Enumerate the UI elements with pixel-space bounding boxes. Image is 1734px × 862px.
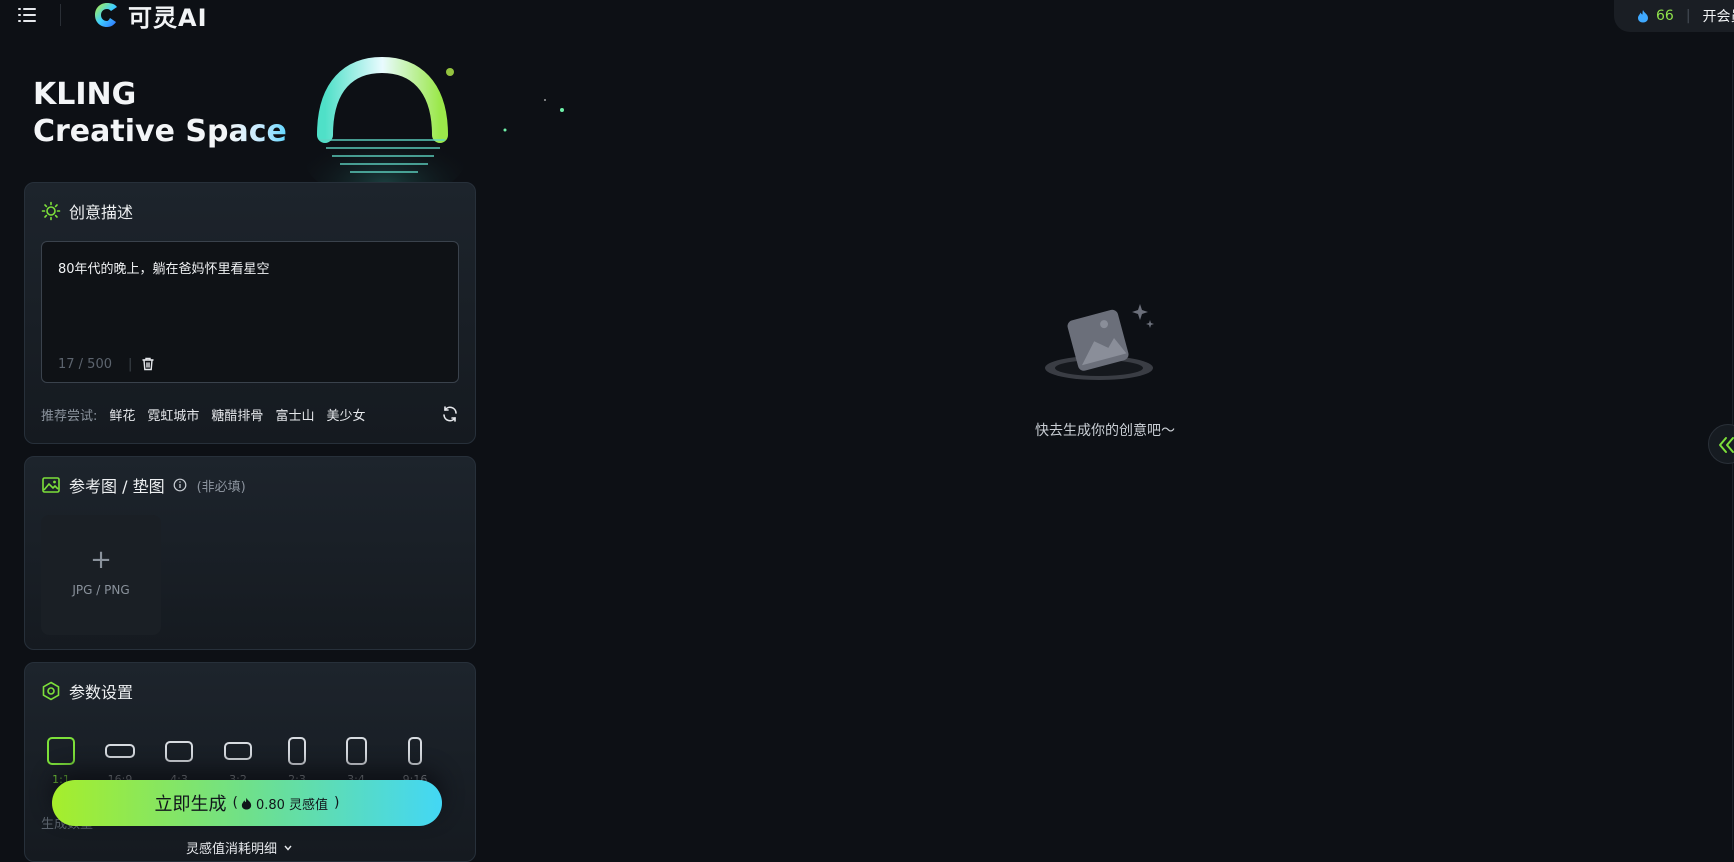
generate-label: 立即生成 (154, 794, 227, 815)
prompt-card-header: 创意描述 (41, 199, 133, 223)
chevron-down-icon (284, 845, 292, 851)
trash-icon[interactable] (140, 356, 156, 372)
params-card-header: 参数设置 (41, 679, 133, 703)
flame-icon (241, 797, 252, 810)
suggestion-row: 推荐尝试: 鲜花 霓虹城市 糖醋排骨 富士山 美少女 (41, 405, 377, 424)
info-icon[interactable] (173, 478, 187, 492)
generate-paren-open: ( (232, 795, 238, 811)
ratio-shape (224, 742, 252, 760)
credit-detail-link[interactable]: 灵感值消耗明细 (186, 838, 293, 857)
prompt-divider: | (128, 357, 133, 372)
credits-badge[interactable]: 66 | 开会员 (1614, 0, 1734, 32)
suggestion-chip[interactable]: 美少女 (326, 405, 365, 424)
ratio-shape (346, 737, 367, 765)
credit-detail-label: 灵感值消耗明细 (186, 842, 278, 857)
generate-cost-value: 0.80 灵感值 (255, 797, 329, 813)
prompt-char-count: 17 / 500 (58, 357, 112, 372)
reference-card-title: 参考图 / 垫图 (69, 477, 165, 496)
expand-panel-button[interactable] (1708, 424, 1734, 464)
prompt-text[interactable]: 80年代的晚上，躺在爸妈怀里看星空 (58, 258, 270, 277)
hero-title-line2-a: Creative Sp (33, 114, 229, 149)
generate-paren-close: ) (334, 795, 340, 811)
image-icon (42, 477, 60, 493)
hero-title-line1: KLING (33, 77, 137, 112)
app-name: 可灵AI (128, 3, 208, 32)
plus-icon: + (90, 545, 112, 575)
ratio-shape (408, 737, 422, 765)
credits-count: 66 (1656, 8, 1674, 24)
reference-card-header: 参考图 / 垫图 (非必填) (41, 473, 246, 497)
vip-link[interactable]: 开会员 (1703, 6, 1734, 26)
suggestion-chip[interactable]: 糖醋排骨 (211, 405, 263, 424)
hero-title-line2-b: ace (228, 114, 287, 149)
empty-state-text: 快去生成你的创意吧～ (1035, 423, 1175, 439)
suggestion-chip[interactable]: 霓虹城市 (147, 405, 199, 424)
top-bar: 可灵AI 66 | 开会员 (0, 0, 1734, 34)
app-logo[interactable]: 可灵AI (92, 0, 208, 32)
prompt-textarea[interactable]: 80年代的晚上，躺在爸妈怀里看星空 17 / 500 | (41, 241, 459, 383)
hero-banner: KLING Creative Space (0, 40, 575, 200)
generate-cost: 0.80 灵感值 (240, 794, 328, 813)
params-card-title: 参数设置 (69, 683, 134, 702)
image-upload-button[interactable]: + JPG / PNG (41, 515, 161, 635)
suggestion-chip[interactable]: 富士山 (275, 405, 314, 424)
hero-title: KLING Creative Space (33, 76, 287, 150)
double-chevron-left-icon (1719, 437, 1734, 453)
empty-state: 快去生成你的创意吧～ (1030, 300, 1180, 450)
empty-image-illustration-icon (1045, 304, 1154, 380)
optional-label: (非必填) (196, 479, 246, 495)
prompt-card: 创意描述 80年代的晚上，躺在爸妈怀里看星空 17 / 500 | 推荐尝试: … (24, 182, 476, 444)
suggestion-chip[interactable]: 鲜花 (109, 405, 135, 424)
menu-icon[interactable] (16, 4, 38, 26)
hero-arch-illustration (305, 56, 564, 200)
flame-icon (1638, 10, 1648, 23)
generate-button[interactable]: 立即生成 ( 0.80 灵感值 ) (52, 780, 442, 826)
suggestion-label: 推荐尝试: (41, 409, 98, 424)
params-card: 参数设置 1:1 16:9 4:3 3:2 2:3 3:4 9:16 (24, 662, 476, 862)
ratio-shape (47, 737, 75, 765)
ratio-shape (165, 741, 193, 762)
topbar-divider (60, 4, 61, 26)
refresh-icon[interactable] (441, 405, 459, 423)
hero-title-line2: Creative Space (33, 113, 287, 150)
ratio-shape (288, 737, 306, 765)
upload-formats: JPG / PNG (72, 583, 130, 597)
sun-icon (41, 201, 61, 221)
credits-separator: | (1685, 8, 1691, 24)
reference-image-card: 参考图 / 垫图 (非必填) + JPG / PNG (24, 456, 476, 650)
prompt-card-title: 创意描述 (69, 203, 134, 222)
hexagon-settings-icon (42, 681, 60, 701)
ratio-shape (105, 744, 135, 758)
kling-logo-icon (95, 3, 117, 27)
